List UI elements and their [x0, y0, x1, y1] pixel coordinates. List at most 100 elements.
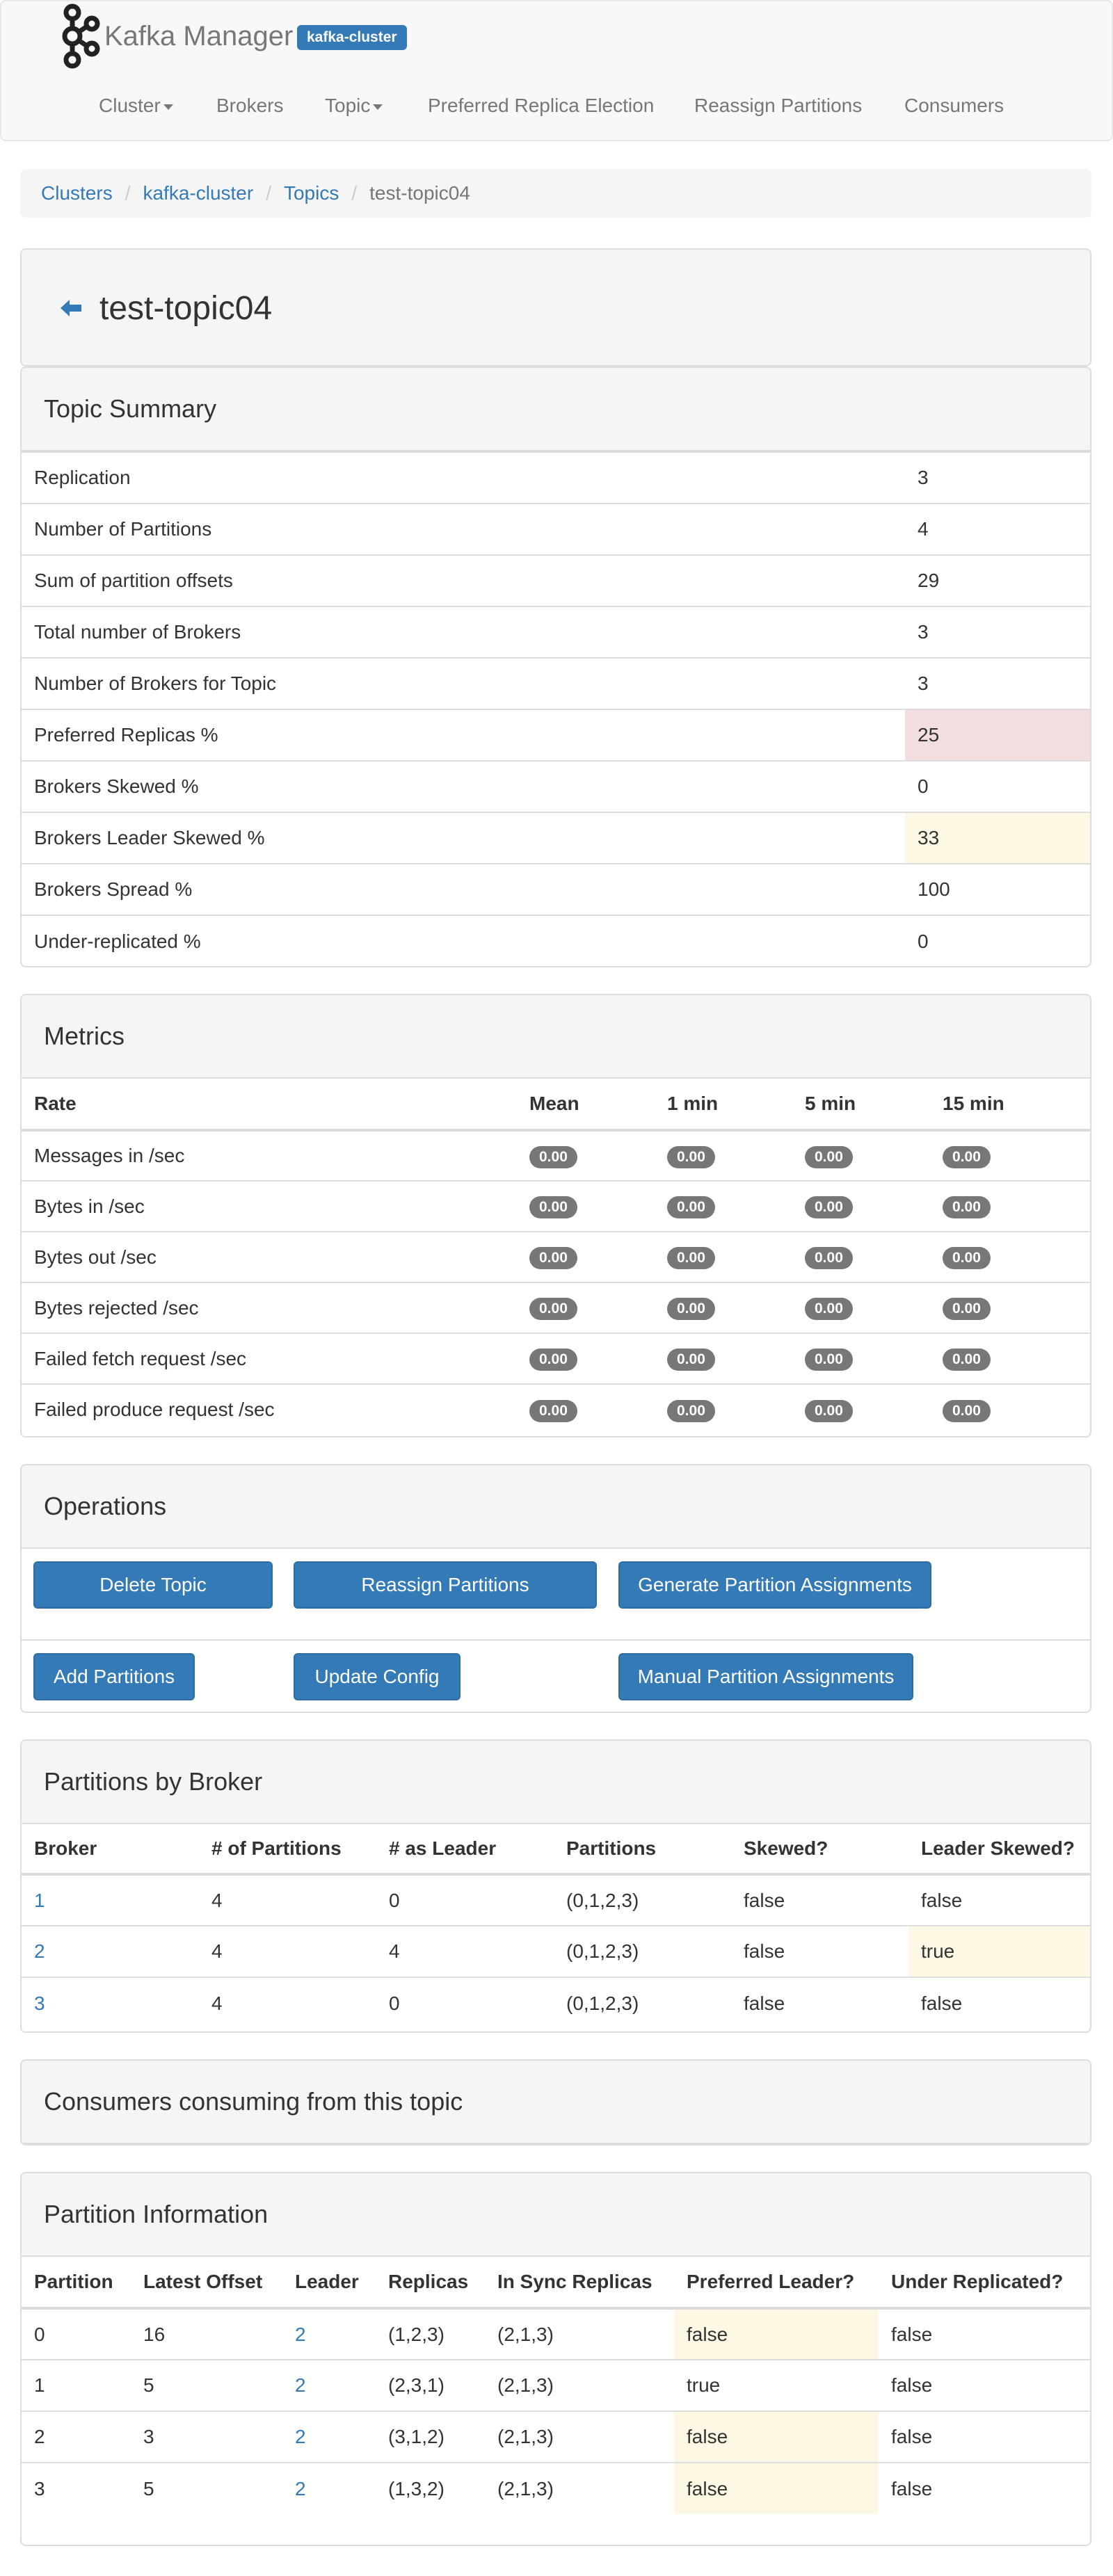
leader-link[interactable]: 2: [295, 2426, 306, 2447]
table-row: Failed produce request /sec 0.00 0.00 0.00 0…: [22, 1383, 1090, 1435]
metric-badge: 0.00: [805, 1349, 853, 1371]
metric-badge: 0.00: [667, 1399, 715, 1422]
summary-label: Under-replicated %: [22, 915, 905, 966]
metric-value-cell: 0.00: [792, 1383, 930, 1435]
table-row: Bytes out /sec 0.00 0.00 0.00 0.00: [22, 1231, 1090, 1282]
metrics-header-row: Rate Mean 1 min 5 min 15 min: [22, 1079, 1090, 1130]
delete-topic-button[interactable]: Delete Topic: [33, 1561, 273, 1609]
as-leader-cell: 4: [376, 1925, 554, 1977]
nav-reassign-partitions[interactable]: Reassign Partitions: [694, 78, 862, 134]
metric-badge: 0.00: [943, 1247, 991, 1269]
column-header: 1 min: [667, 1093, 719, 1114]
partitions-cell: (0,1,2,3): [554, 1977, 731, 2029]
table-row: 1 4 0 (0,1,2,3) false false: [22, 1874, 1090, 1926]
in-sync-replicas-cell: (2,1,3): [485, 2410, 674, 2463]
breadcrumb-clusters[interactable]: Clusters: [41, 182, 113, 204]
metric-value-cell: 0.00: [792, 1180, 930, 1232]
metric-badge: 0.00: [943, 1298, 991, 1320]
leader-link[interactable]: 2: [295, 2374, 306, 2396]
broker-link[interactable]: 2: [34, 1940, 45, 1962]
panel-title: Metrics: [44, 1022, 125, 1050]
in-sync-replicas-cell: (2,1,3): [485, 2359, 674, 2411]
table-row: 2 4 4 (0,1,2,3) false true: [22, 1925, 1090, 1977]
metrics-heading: Metrics: [22, 995, 1090, 1079]
summary-label: Number of Brokers for Topic: [22, 657, 905, 709]
table-row: Failed fetch request /sec 0.00 0.00 0.00 0.0…: [22, 1333, 1090, 1384]
metric-rate-label: Messages in /sec: [22, 1129, 517, 1181]
in-sync-replicas-cell: (2,1,3): [485, 2462, 674, 2514]
generate-partition-assignments-button[interactable]: Generate Partition Assignments: [618, 1561, 931, 1609]
skewed-cell: false: [731, 1874, 908, 1926]
replicas-cell: (3,1,2): [376, 2410, 485, 2463]
broker-link[interactable]: 1: [34, 1890, 45, 1911]
table-row: Bytes in /sec 0.00 0.00 0.00 0.00: [22, 1180, 1090, 1232]
nav-cluster-dropdown[interactable]: Cluster: [99, 78, 173, 134]
nav-topic-dropdown[interactable]: Topic: [325, 78, 383, 134]
broker-link[interactable]: 3: [34, 1993, 45, 2014]
metric-value-cell: 0.00: [517, 1333, 655, 1384]
preferred-leader-cell: false: [674, 2308, 879, 2360]
metric-badge: 0.00: [529, 1298, 577, 1320]
nav-consumers[interactable]: Consumers: [904, 78, 1004, 134]
leader-link[interactable]: 2: [295, 2324, 306, 2345]
leader-cell: 2: [282, 2359, 376, 2411]
summary-value: 3: [905, 657, 1090, 709]
nav-brokers[interactable]: Brokers: [216, 78, 283, 134]
as-leader-cell: 0: [376, 1977, 554, 2029]
metric-badge: 0.00: [529, 1145, 577, 1168]
panel-title: Topic Summary: [44, 394, 217, 423]
add-partitions-button[interactable]: Add Partitions: [33, 1653, 195, 1700]
preferred-leader-cell: true: [674, 2359, 879, 2411]
summary-label: Total number of Brokers: [22, 606, 905, 658]
table-row: Messages in /sec 0.00 0.00 0.00 0.00: [22, 1129, 1090, 1181]
column-header: 5 min: [805, 1093, 856, 1114]
summary-value: 33: [905, 812, 1090, 864]
table-row: Number of Brokers for Topic 3: [22, 657, 1090, 709]
column-header: # of Partitions: [211, 1837, 342, 1859]
reassign-partitions-button[interactable]: Reassign Partitions: [294, 1561, 597, 1609]
nav-preferred-replica-election[interactable]: Preferred Replica Election: [428, 78, 654, 134]
operations-panel: Operations Delete Topic Reassign Partiti…: [20, 1464, 1091, 1713]
metric-value-cell: 0.00: [792, 1282, 930, 1333]
summary-label: Brokers Skewed %: [22, 760, 905, 812]
brand[interactable]: Kafka Manager: [57, 3, 293, 70]
metric-badge: 0.00: [805, 1145, 853, 1168]
kafka-logo-icon: [62, 3, 100, 69]
metric-badge: 0.00: [529, 1349, 577, 1371]
metric-value-cell: 0.00: [792, 1129, 930, 1181]
metric-value-cell: 0.00: [655, 1231, 792, 1282]
leader-link[interactable]: 2: [295, 2478, 306, 2499]
as-leader-cell: 0: [376, 1874, 554, 1926]
table-row: Total number of Brokers 3: [22, 606, 1090, 658]
column-header: Preferred Leader?: [687, 2271, 855, 2292]
panel-title: Partitions by Broker: [44, 1767, 263, 1796]
summary-value: 3: [905, 451, 1090, 504]
partition-cell: 3: [22, 2462, 131, 2514]
update-config-button[interactable]: Update Config: [294, 1653, 461, 1700]
metric-value-cell: 0.00: [930, 1180, 1090, 1232]
under-replicated-cell: false: [879, 2359, 1090, 2411]
operations-heading: Operations: [22, 1465, 1090, 1549]
back-arrow-icon[interactable]: [61, 298, 81, 319]
summary-value: 0: [905, 915, 1090, 966]
metric-badge: 0.00: [943, 1349, 991, 1371]
cluster-badge: kafka-cluster: [297, 25, 407, 50]
metric-badge: 0.00: [943, 1196, 991, 1218]
leader-skewed-cell: true: [908, 1925, 1090, 1977]
column-header: Replicas: [388, 2271, 469, 2292]
metric-value-cell: 0.00: [517, 1231, 655, 1282]
metric-badge: 0.00: [805, 1298, 853, 1320]
topic-summary-heading: Topic Summary: [22, 368, 1090, 451]
partitions-by-broker-table: Broker # of Partitions # as Leader Parti…: [22, 1824, 1090, 2029]
num-partitions-cell: 4: [199, 1874, 376, 1926]
breadcrumb-cluster[interactable]: kafka-cluster: [143, 182, 253, 204]
manual-partition-assignments-button[interactable]: Manual Partition Assignments: [618, 1653, 913, 1700]
latest-offset-cell: 5: [131, 2462, 282, 2514]
partition-cell: 0: [22, 2308, 131, 2360]
leader-cell: 2: [282, 2308, 376, 2360]
broker-cell: 3: [22, 1977, 199, 2029]
partition-header-row: Partition Latest Offset Leader Replicas …: [22, 2257, 1090, 2308]
summary-value: 100: [905, 863, 1090, 915]
breadcrumb-topics[interactable]: Topics: [284, 182, 339, 204]
metric-badge: 0.00: [529, 1196, 577, 1218]
